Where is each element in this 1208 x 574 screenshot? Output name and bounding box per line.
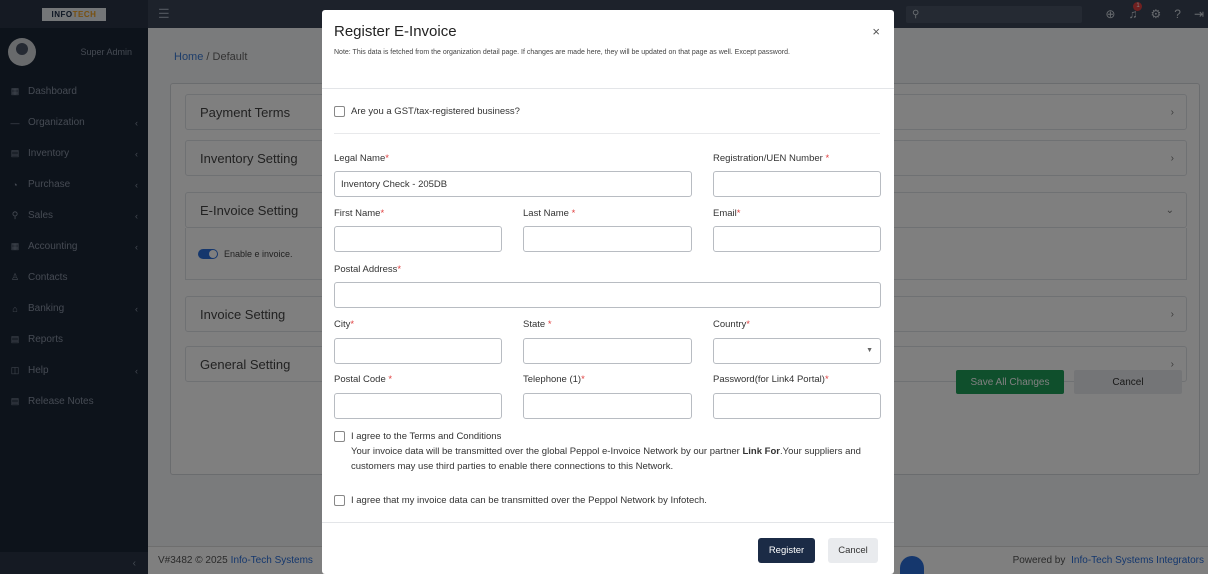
gst-registered-label: Are you a GST/tax-registered business? bbox=[351, 106, 520, 117]
required-mark: * bbox=[350, 319, 355, 330]
label-text: Email bbox=[713, 208, 737, 219]
label-text: Country bbox=[713, 319, 747, 330]
legal-name-input[interactable]: Inventory Check - 205DB bbox=[334, 171, 692, 197]
close-icon[interactable]: × bbox=[872, 24, 880, 39]
label-text: State bbox=[523, 319, 548, 330]
password-label: Password(for Link4 Portal)* bbox=[713, 374, 829, 385]
label-text: Password(for Link4 Portal) bbox=[713, 374, 825, 385]
register-einvoice-modal: Register E-Invoice × Note: This data is … bbox=[322, 10, 894, 574]
modal-note: Note: This data is fetched from the orga… bbox=[334, 49, 790, 56]
email-input[interactable] bbox=[713, 226, 881, 252]
peppol-consent-row[interactable]: I agree that my invoice data can be tran… bbox=[334, 495, 707, 506]
country-select[interactable]: ▼ bbox=[713, 338, 881, 364]
last-name-label: Last Name * bbox=[523, 208, 575, 219]
label-text: Registration/UEN Number bbox=[713, 153, 826, 164]
modal-header: Register E-Invoice × Note: This data is … bbox=[322, 10, 894, 89]
uen-label: Registration/UEN Number * bbox=[713, 153, 829, 164]
required-mark: * bbox=[736, 208, 741, 219]
first-name-input[interactable] bbox=[334, 226, 502, 252]
terms-partner: Link For bbox=[742, 446, 780, 457]
divider bbox=[334, 133, 880, 134]
last-name-input[interactable] bbox=[523, 226, 692, 252]
label-text: Legal Name bbox=[334, 153, 386, 164]
city-input[interactable] bbox=[334, 338, 502, 364]
city-label: City* bbox=[334, 319, 354, 330]
required-mark: * bbox=[581, 374, 585, 385]
label-text: Last Name bbox=[523, 208, 572, 219]
label-text: City bbox=[334, 319, 351, 330]
required-mark: * bbox=[571, 208, 576, 219]
required-mark: * bbox=[825, 153, 830, 164]
terms-text-1: Your invoice data will be transmitted ov… bbox=[351, 446, 743, 457]
peppol-consent-checkbox[interactable] bbox=[334, 495, 345, 506]
terms-text-block: I agree to the Terms and Conditions Your… bbox=[351, 429, 871, 474]
modal-cancel-button[interactable]: Cancel bbox=[828, 538, 878, 563]
register-button[interactable]: Register bbox=[758, 538, 815, 563]
label-text: Postal Code bbox=[334, 374, 389, 385]
gst-registered-checkbox[interactable] bbox=[334, 106, 345, 117]
required-mark: * bbox=[397, 264, 402, 275]
label-text: First Name bbox=[334, 208, 381, 219]
terms-description: Your invoice data will be transmitted ov… bbox=[351, 444, 871, 474]
required-mark: * bbox=[380, 208, 385, 219]
telephone-label: Telephone (1)* bbox=[523, 374, 585, 385]
gst-registered-row[interactable]: Are you a GST/tax-registered business? bbox=[334, 106, 520, 117]
state-input[interactable] bbox=[523, 338, 692, 364]
terms-checkbox[interactable] bbox=[334, 431, 345, 442]
postal-code-input[interactable] bbox=[334, 393, 502, 419]
uen-input[interactable] bbox=[713, 171, 881, 197]
state-label: State * bbox=[523, 319, 552, 330]
email-label: Email* bbox=[713, 208, 740, 219]
postal-address-label: Postal Address* bbox=[334, 264, 401, 275]
country-label: Country* bbox=[713, 319, 750, 330]
required-mark: * bbox=[746, 319, 750, 330]
required-mark: * bbox=[824, 374, 829, 385]
terms-label: I agree to the Terms and Conditions bbox=[351, 431, 502, 442]
postal-address-input[interactable] bbox=[334, 282, 881, 308]
telephone-input[interactable] bbox=[523, 393, 692, 419]
password-input[interactable] bbox=[713, 393, 881, 419]
required-mark: * bbox=[547, 319, 552, 330]
chevron-down-icon: ▼ bbox=[866, 347, 873, 354]
label-text: Postal Address bbox=[334, 264, 398, 275]
legal-name-label: Legal Name* bbox=[334, 153, 389, 164]
modal-title: Register E-Invoice bbox=[334, 23, 457, 40]
first-name-label: First Name* bbox=[334, 208, 384, 219]
postal-code-label: Postal Code * bbox=[334, 374, 392, 385]
terms-row[interactable] bbox=[334, 431, 345, 442]
peppol-consent-label: I agree that my invoice data can be tran… bbox=[351, 495, 707, 506]
required-mark: * bbox=[385, 153, 389, 164]
required-mark: * bbox=[388, 374, 393, 385]
label-text: Telephone (1) bbox=[523, 374, 582, 385]
